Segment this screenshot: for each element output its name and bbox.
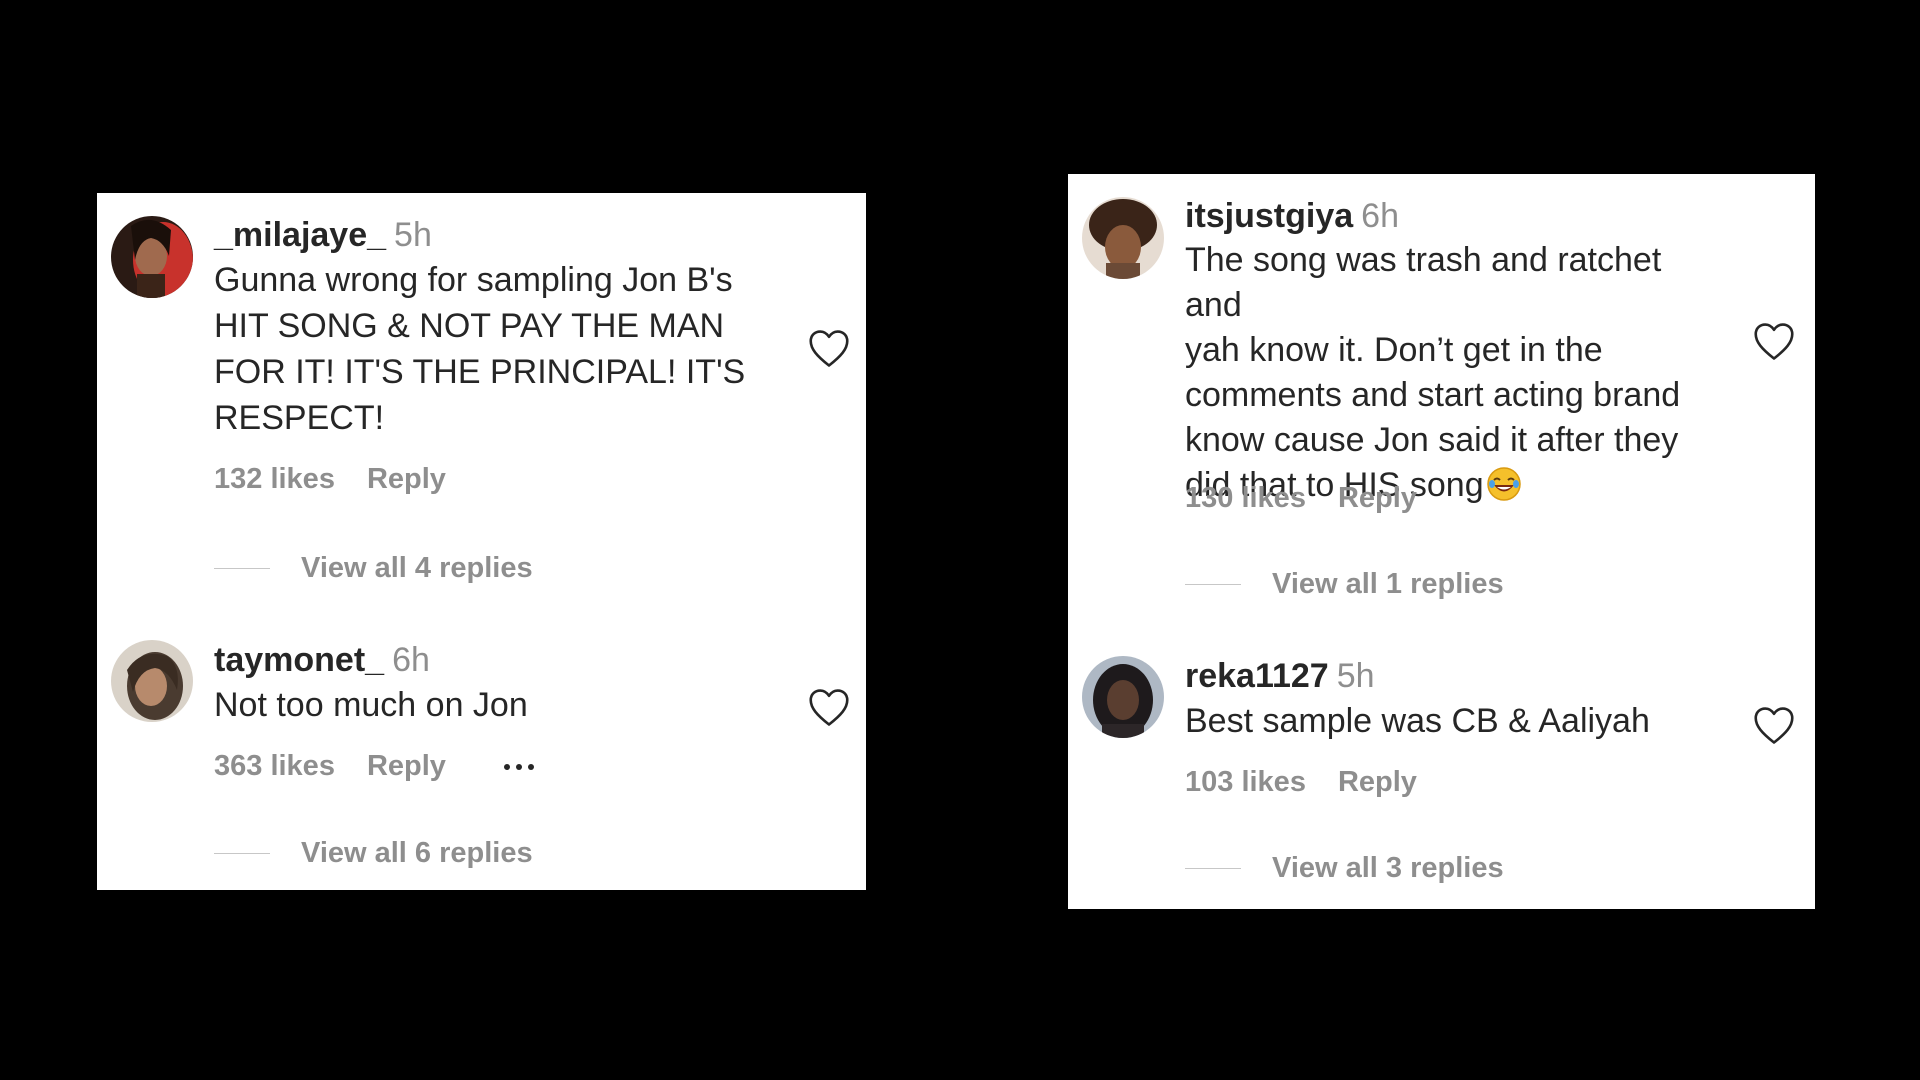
comment-actions: 130 likes Reply [1185,482,1417,515]
comment-body: itsjustgiya 6h The song was trash and rat… [1185,194,1705,508]
view-replies-label: View all 4 replies [301,552,533,584]
comment-text-line: HIT SONG & NOT PAY THE MAN [214,307,725,345]
comment-header: taymonet_ 6h [214,638,756,682]
divider-line [1185,584,1241,585]
reply-button[interactable]: Reply [367,750,446,783]
comment-text: Best sample was CB & Aaliyah [1185,702,1650,740]
comment-header: reka1127 5h [1185,654,1705,698]
timestamp[interactable]: 6h [1361,197,1399,235]
likes-count[interactable]: 130 likes [1185,482,1306,515]
comments-panel-right: itsjustgiya 6h The song was trash and rat… [1068,174,1815,909]
view-replies-button[interactable]: View all 4 replies [214,552,533,585]
divider-line [1185,868,1241,869]
view-replies-label: View all 1 replies [1272,568,1504,600]
avatar[interactable] [1082,656,1164,738]
comment-text-line: The song was trash and ratchet and [1185,241,1662,324]
like-heart-icon[interactable] [808,688,850,728]
likes-count[interactable]: 363 likes [214,750,335,783]
comment-body: taymonet_ 6h Not too much on Jon [214,638,756,728]
comment-text-line: RESPECT! [214,399,385,437]
view-replies-button[interactable]: View all 3 replies [1185,852,1504,885]
timestamp[interactable]: 5h [394,216,432,254]
comment-header: _milajaye_ 5h [214,213,756,257]
likes-count[interactable]: 103 likes [1185,766,1306,799]
view-replies-button[interactable]: View all 1 replies [1185,568,1504,601]
username[interactable]: _milajaye_ [214,216,386,254]
avatar[interactable] [111,640,193,722]
reply-button[interactable]: Reply [1338,482,1417,515]
like-heart-icon[interactable] [1753,322,1795,362]
avatar-photo-icon [1082,197,1164,279]
comment-body: reka1127 5h Best sample was CB & Aaliyah [1185,654,1705,744]
view-replies-label: View all 3 replies [1272,852,1504,884]
view-replies-button[interactable]: View all 6 replies [214,837,533,870]
view-replies-label: View all 6 replies [301,837,533,869]
laughing-emoji-icon [1486,466,1522,502]
reply-button[interactable]: Reply [1338,766,1417,799]
username[interactable]: taymonet_ [214,641,384,679]
likes-count[interactable]: 132 likes [214,463,335,496]
divider-line [214,853,270,854]
comment-text: Gunna wrong for sampling Jon B's HIT SON… [214,257,756,441]
comment-text-line: comments and start acting brand [1185,376,1681,414]
comment-text-line: Gunna wrong for sampling Jon B's [214,261,733,299]
like-heart-icon[interactable] [1753,706,1795,746]
avatar-photo-icon [111,216,193,298]
comments-panel-left: _milajaye_ 5h Gunna wrong for sampling Jo… [97,193,866,890]
avatar[interactable] [1082,197,1164,279]
comment-text: Not too much on Jon [214,686,528,724]
screenshot-stage: _milajaye_ 5h Gunna wrong for sampling Jo… [0,0,1920,1080]
avatar[interactable] [111,216,193,298]
username[interactable]: itsjustgiya [1185,197,1353,235]
comment-text: The song was trash and ratchet and yah k… [1185,238,1705,508]
like-heart-icon[interactable] [808,329,850,369]
avatar-photo-icon [1082,656,1164,738]
avatar-photo-icon [111,640,193,722]
divider-line [214,568,270,569]
comment-text-line: yah know it. Don’t get in the [1185,331,1603,369]
comment-header: itsjustgiya 6h [1185,194,1705,238]
comment-text-line: FOR IT! IT'S THE PRINCIPAL! IT'S [214,353,746,391]
comment-body: _milajaye_ 5h Gunna wrong for sampling Jo… [214,213,756,441]
comment-actions: 103 likes Reply [1185,766,1417,799]
comment-actions: 363 likes Reply [214,750,534,783]
comment-text-line: know cause Jon said it after they [1185,421,1679,459]
username[interactable]: reka1127 [1185,657,1329,695]
comment-actions: 132 likes Reply [214,463,446,496]
timestamp[interactable]: 5h [1337,657,1375,695]
reply-button[interactable]: Reply [367,463,446,496]
more-options-icon[interactable] [503,763,534,770]
timestamp[interactable]: 6h [392,641,430,679]
